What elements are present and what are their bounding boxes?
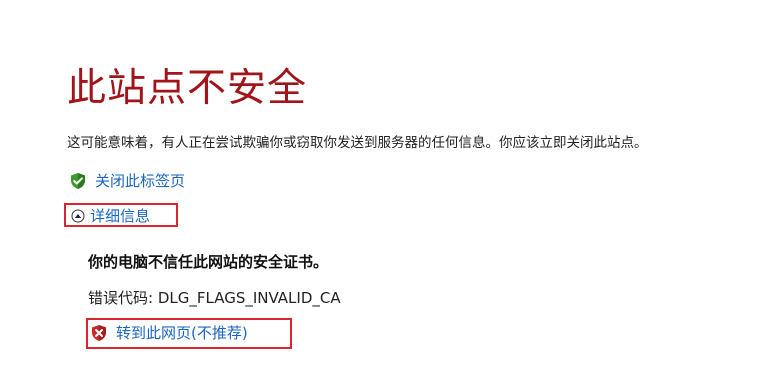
- details-label: 详细信息: [90, 207, 151, 225]
- page-title: 此站点不安全: [67, 66, 308, 111]
- error-code-label: 错误代码:: [88, 289, 154, 307]
- error-code-value: DLG_FLAGS_INVALID_CA: [157, 289, 341, 307]
- error-code-line: 错误代码: DLG_FLAGS_INVALID_CA: [88, 288, 341, 308]
- chevron-up-circle-icon: [71, 209, 85, 223]
- close-tab-label: 关闭此标签页: [95, 172, 186, 190]
- close-tab-link[interactable]: 关闭此标签页: [69, 171, 185, 191]
- proceed-link[interactable]: 转到此网页(不推荐): [90, 323, 248, 343]
- shield-x-icon: [92, 325, 106, 341]
- details-toggle[interactable]: 详细信息: [71, 206, 150, 226]
- warning-message: 这可能意味着，有人正在尝试欺骗你或窃取你发送到服务器的任何信息。你应该立即关闭此…: [67, 135, 648, 151]
- shield-check-icon: [71, 173, 85, 189]
- proceed-label: 转到此网页(不推荐): [116, 324, 248, 342]
- certificate-error-heading: 你的电脑不信任此网站的安全证书。: [88, 253, 329, 271]
- security-warning-page: 此站点不安全 这可能意味着，有人正在尝试欺骗你或窃取你发送到服务器的任何信息。你…: [0, 0, 761, 373]
